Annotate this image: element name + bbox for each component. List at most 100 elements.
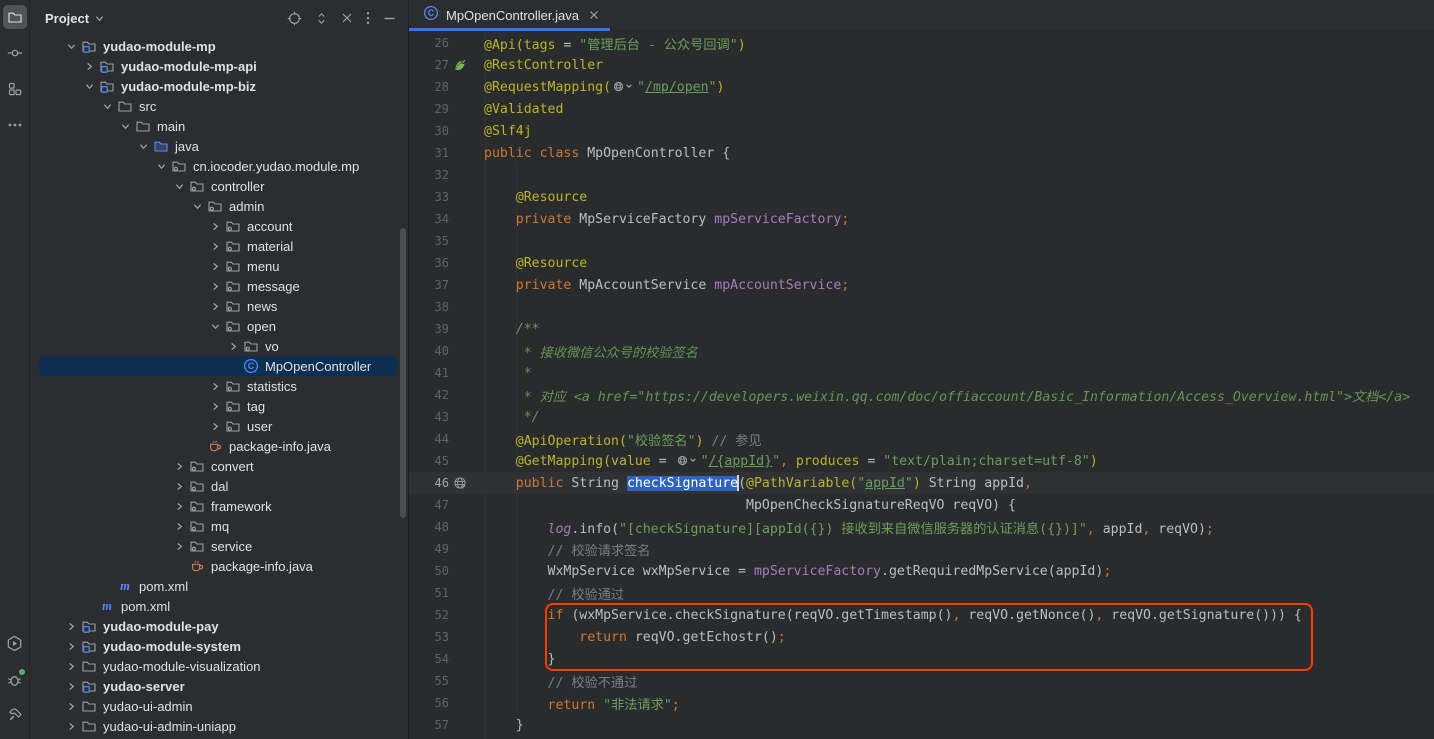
tree-item-yudao-server[interactable]: yudao-server xyxy=(30,676,408,696)
spring-bean-gutter-icon[interactable] xyxy=(449,58,484,72)
expand-all-icon[interactable] xyxy=(315,12,328,25)
chevron-right-icon[interactable] xyxy=(62,677,80,695)
package-icon xyxy=(224,297,242,315)
code-editor[interactable]: 26@Api(tags = "管理后台 - 公众号回调")27@RestCont… xyxy=(409,31,1434,739)
collapse-all-icon[interactable] xyxy=(341,12,353,24)
tree-item-yudao-module-pay[interactable]: yudao-module-pay xyxy=(30,616,408,636)
chevron-right-icon[interactable] xyxy=(62,637,80,655)
chevron-down-icon[interactable] xyxy=(98,97,116,115)
line-number: 28 xyxy=(409,80,449,94)
chevron-down-icon[interactable] xyxy=(206,317,224,335)
code-segment-kw: , xyxy=(780,454,788,469)
tree-item-open[interactable]: open xyxy=(30,316,408,336)
chevron-right-icon[interactable] xyxy=(206,217,224,235)
tree-item-account[interactable]: account xyxy=(30,216,408,236)
chevron-down-icon[interactable] xyxy=(62,37,80,55)
tree-item-java[interactable]: java xyxy=(30,136,408,156)
code-segment-str: " xyxy=(857,476,865,491)
select-opened-file-icon[interactable] xyxy=(287,11,302,26)
tree-item-yudao-module-visualization[interactable]: yudao-module-visualization xyxy=(30,656,408,676)
chevron-right-icon[interactable] xyxy=(206,297,224,315)
more-tool-windows-icon[interactable] xyxy=(3,113,27,137)
chevron-down-icon[interactable] xyxy=(188,197,206,215)
chevron-right-icon[interactable] xyxy=(170,457,188,475)
code-line-41: 41 * xyxy=(409,362,1434,384)
chevron-right-icon[interactable] xyxy=(170,497,188,515)
chevron-down-icon[interactable] xyxy=(80,77,98,95)
tree-item-package-info-java[interactable]: package-info.java xyxy=(30,556,408,576)
tree-item-message[interactable]: message xyxy=(30,276,408,296)
structure-icon[interactable] xyxy=(3,77,27,101)
tree-item-mq[interactable]: mq xyxy=(30,516,408,536)
tree-item-tag[interactable]: tag xyxy=(30,396,408,416)
code-segment-strlink[interactable]: /{appId} xyxy=(709,454,773,469)
chevron-right-icon[interactable] xyxy=(62,657,80,675)
project-icon[interactable] xyxy=(3,5,27,29)
chevron-right-icon[interactable] xyxy=(62,717,80,735)
tree-item-statistics[interactable]: statistics xyxy=(30,376,408,396)
chevron-right-icon[interactable] xyxy=(170,537,188,555)
tree-item-src[interactable]: src xyxy=(30,96,408,116)
tree-item-material[interactable]: material xyxy=(30,236,408,256)
tree-item-admin[interactable]: admin xyxy=(30,196,408,216)
chevron-right-icon[interactable] xyxy=(206,397,224,415)
tree-item-package-info-java[interactable]: package-info.java xyxy=(30,436,408,456)
tree-item-yudao-module-mp[interactable]: yudao-module-mp xyxy=(30,36,408,56)
chevron-right-icon[interactable] xyxy=(206,277,224,295)
tree-item-yudao-ui-admin-uniapp[interactable]: yudao-ui-admin-uniapp xyxy=(30,716,408,736)
api-endpoint-gutter-icon[interactable] xyxy=(449,476,484,490)
code-segment-strlink[interactable]: appId xyxy=(865,476,905,491)
url-inlay-hint-icon[interactable] xyxy=(611,81,637,92)
close-icon[interactable] xyxy=(589,10,599,20)
tree-item-convert[interactable]: convert xyxy=(30,456,408,476)
tree-item-menu[interactable]: menu xyxy=(30,256,408,276)
tree-item-user[interactable]: user xyxy=(30,416,408,436)
options-icon[interactable] xyxy=(366,11,370,25)
chevron-right-icon[interactable] xyxy=(62,697,80,715)
chevron-right-icon[interactable] xyxy=(206,237,224,255)
tree-item-service[interactable]: service xyxy=(30,536,408,556)
code-line-34: 34 private MpServiceFactory mpServiceFac… xyxy=(409,208,1434,230)
commit-icon[interactable] xyxy=(3,41,27,65)
tree-item-cn-iocoder-yudao-module-mp[interactable]: cn.iocoder.yudao.module.mp xyxy=(30,156,408,176)
tree-item-yudao-module-mp-api[interactable]: yudao-module-mp-api xyxy=(30,56,408,76)
chevron-right-icon[interactable] xyxy=(206,257,224,275)
tree-item-main[interactable]: main xyxy=(30,116,408,136)
chevron-right-icon[interactable] xyxy=(224,337,242,355)
project-panel-title[interactable]: Project xyxy=(45,11,89,26)
tree-item-mpopencontroller[interactable]: CMpOpenController xyxy=(30,356,408,376)
tree-item-yudao-module-system[interactable]: yudao-module-system xyxy=(30,636,408,656)
services-icon[interactable] xyxy=(3,631,27,655)
tree-item-controller[interactable]: controller xyxy=(30,176,408,196)
tree-item-news[interactable]: news xyxy=(30,296,408,316)
editor-tab-mpopencontroller[interactable]: C MpOpenController.java xyxy=(409,0,610,30)
tree-item-label: dal xyxy=(211,479,228,494)
url-inlay-hint-icon[interactable] xyxy=(675,455,701,466)
tree-item-pom-xml[interactable]: mpom.xml xyxy=(30,596,408,616)
chevron-down-icon[interactable] xyxy=(116,117,134,135)
tree-item-vo[interactable]: vo xyxy=(30,336,408,356)
code-segment-kw: if xyxy=(548,608,564,623)
chevron-right-icon[interactable] xyxy=(206,377,224,395)
chevron-right-icon[interactable] xyxy=(62,617,80,635)
tree-item-framework[interactable]: framework xyxy=(30,496,408,516)
problems-icon[interactable] xyxy=(3,667,27,691)
tree-scrollbar[interactable] xyxy=(400,228,406,518)
chevron-down-icon[interactable] xyxy=(95,14,104,23)
chevron-right-icon[interactable] xyxy=(170,477,188,495)
tree-item-dal[interactable]: dal xyxy=(30,476,408,496)
tree-item-yudao-module-mp-biz[interactable]: yudao-module-mp-biz xyxy=(30,76,408,96)
tree-item-yudao-ui-admin[interactable]: yudao-ui-admin xyxy=(30,696,408,716)
code-text: // 校验请求签名 xyxy=(484,540,650,559)
chevron-down-icon[interactable] xyxy=(170,177,188,195)
chevron-right-icon[interactable] xyxy=(80,57,98,75)
code-segment-kw: ; xyxy=(841,212,849,227)
chevron-down-icon[interactable] xyxy=(152,157,170,175)
build-icon[interactable] xyxy=(3,703,27,727)
tree-item-pom-xml[interactable]: mpom.xml xyxy=(30,576,408,596)
chevron-right-icon[interactable] xyxy=(206,417,224,435)
chevron-right-icon[interactable] xyxy=(170,517,188,535)
hide-panel-icon[interactable] xyxy=(383,12,396,25)
chevron-down-icon[interactable] xyxy=(134,137,152,155)
code-segment-strlink[interactable]: /mp/open xyxy=(645,80,709,95)
